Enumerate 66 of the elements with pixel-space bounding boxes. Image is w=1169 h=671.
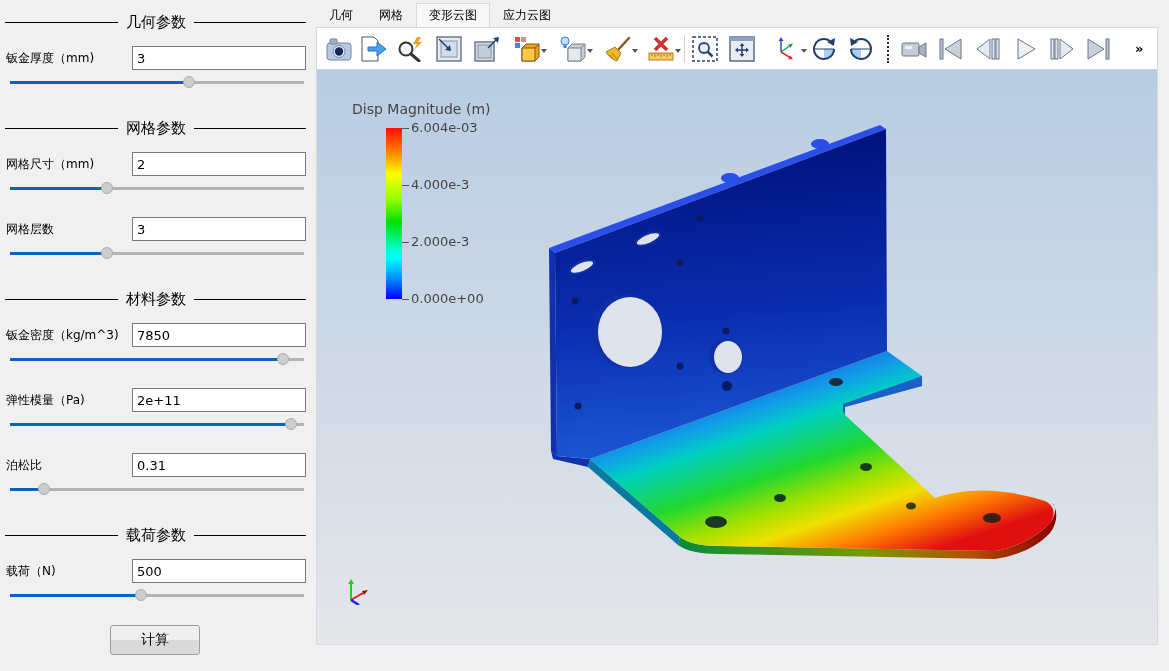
slider[interactable] [10,418,304,430]
compute-button[interactable]: 计算 [110,625,200,655]
tab[interactable]: 网格 [366,3,416,27]
square-arrow-out-icon[interactable] [474,35,500,62]
slider[interactable] [10,76,304,88]
section-title: 载荷参数 [125,525,186,545]
scale-label: 6.004e-03 [411,121,478,135]
param-input[interactable]: 7850 [132,323,306,347]
slider[interactable] [10,247,304,259]
param-label: 网格尺寸（mm) [6,155,95,173]
broom-icon[interactable] [605,35,631,62]
param-input[interactable]: 0.31 [132,453,306,477]
param-input[interactable]: 500 [132,559,306,583]
caret-icon[interactable] [587,48,593,53]
slider-thumb[interactable] [183,76,196,88]
scale-label: 2.000e-3 [411,235,470,249]
rotate-counterclockwise-icon[interactable] [848,35,874,62]
axis-triad-icon [346,579,368,605]
param-input[interactable]: 3 [132,217,306,241]
param-label: 钣金厚度（mm) [6,49,95,67]
step-forward-icon[interactable] [1049,35,1075,62]
ruler-cross-icon[interactable] [648,35,674,62]
param-label: 载荷（N) [6,562,56,580]
slider[interactable] [10,182,304,194]
caret-icon[interactable] [675,48,681,53]
section-title: 材料参数 [125,289,186,309]
param-label: 弹性模量（Pa) [6,391,85,409]
param-label: 钣金密度（kg/m^3) [6,326,119,344]
cube-lightbulb-icon[interactable] [560,35,586,62]
param-label: 网格层数 [6,220,54,238]
legend-title: Disp Magnitude (m) [352,101,491,117]
param-label: 泊松比 [6,456,42,474]
section-title: 网格参数 [125,118,186,138]
scale-label: 0.000e+00 [411,292,484,306]
square-arrow-in-icon[interactable] [436,35,462,62]
param-input[interactable]: 3 [132,46,306,70]
fit-view-icon[interactable] [729,35,755,62]
section-title: 几何参数 [125,12,186,32]
slider-thumb[interactable] [134,589,147,601]
document-arrow-icon[interactable] [361,35,387,62]
slider-thumb[interactable] [101,247,113,259]
param-input[interactable]: 2e+11 [132,388,306,412]
cube-palette-icon[interactable] [514,35,540,62]
skip-to-start-icon[interactable] [938,35,964,62]
scale-label: 4.000e-3 [411,178,470,192]
slider[interactable] [10,483,304,495]
tab[interactable]: 几何 [316,3,366,27]
tab[interactable]: 应力云图 [490,3,564,27]
caret-icon[interactable] [541,48,547,53]
slider-thumb[interactable] [37,483,50,495]
caret-icon[interactable] [801,48,807,53]
tab[interactable]: 变形云图 [416,3,490,27]
param-input[interactable]: 2 [132,152,306,176]
zoom-box-icon[interactable] [692,35,718,62]
caret-icon[interactable] [632,48,638,53]
skip-to-end-icon[interactable] [1085,35,1111,62]
rotate-clockwise-icon[interactable] [811,35,837,62]
more-tools-button[interactable]: » [1133,41,1146,56]
camera-icon[interactable] [326,35,352,62]
slider[interactable] [10,589,304,601]
slider-thumb[interactable] [101,182,113,194]
magnifier-lightning-icon[interactable] [397,35,423,62]
slider-thumb[interactable] [284,418,297,430]
step-back-icon[interactable] [975,35,1001,62]
slider-thumb[interactable] [277,353,290,365]
slider[interactable] [10,353,304,365]
